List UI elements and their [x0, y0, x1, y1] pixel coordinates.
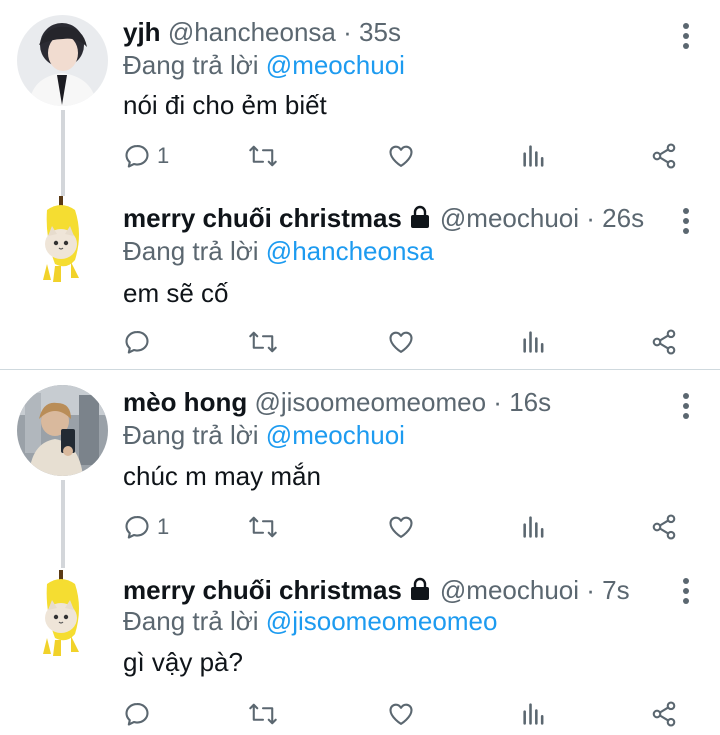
timestamp[interactable]: 16s: [509, 387, 551, 417]
action-bar: 1: [123, 139, 683, 173]
share-button[interactable]: [650, 510, 678, 544]
share-icon: [650, 328, 678, 356]
like-button[interactable]: [387, 510, 415, 544]
share-icon: [650, 700, 678, 728]
reply-button[interactable]: [123, 325, 157, 359]
thread-line: [61, 110, 65, 196]
like-button[interactable]: [387, 325, 415, 359]
heart-icon: [387, 513, 415, 541]
tweet-header: yjh @hancheonsa · 35s: [123, 15, 401, 49]
views-button[interactable]: [521, 139, 547, 173]
heart-icon: [387, 142, 415, 170]
separator: ·: [493, 387, 502, 417]
tweet-text: nói đi cho ẻm biết: [123, 90, 327, 120]
tweet-text: em sẽ cố: [123, 278, 229, 308]
analytics-icon: [521, 142, 547, 170]
tweet-header: mèo hong @jisoomeomeomeo · 16s: [123, 385, 551, 419]
avatar[interactable]: [17, 194, 108, 285]
replying-prefix: Đang trả lời: [123, 420, 259, 450]
like-button[interactable]: [387, 697, 415, 731]
action-bar: [123, 697, 683, 731]
like-button[interactable]: [387, 139, 415, 173]
replying-to: Đang trả lời @meochuoi: [123, 418, 405, 452]
more-icon[interactable]: [682, 208, 690, 238]
mention-link[interactable]: @meochuoi: [266, 420, 405, 450]
mention-link[interactable]: @meochuoi: [266, 50, 405, 80]
retweet-icon: [248, 700, 278, 728]
views-button[interactable]: [521, 325, 547, 359]
reply-button[interactable]: 1: [123, 510, 169, 544]
reply-icon: [123, 142, 151, 170]
avatar[interactable]: [17, 568, 108, 659]
reply-count: 1: [157, 514, 170, 539]
replying-prefix: Đang trả lời: [123, 50, 259, 80]
retweet-button[interactable]: [248, 325, 278, 359]
avatar[interactable]: [17, 15, 108, 106]
replying-to: Đang trả lời @meochuoi: [123, 48, 405, 82]
mention-link[interactable]: @hancheonsa: [266, 236, 434, 266]
analytics-icon: [521, 513, 547, 541]
reply-button[interactable]: [123, 697, 157, 731]
analytics-icon: [521, 328, 547, 356]
heart-icon: [387, 700, 415, 728]
replying-prefix: Đang trả lời: [123, 236, 259, 266]
handle[interactable]: @hancheonsa: [168, 17, 336, 47]
display-name[interactable]: merry chuối christmas: [123, 203, 402, 233]
reply-button[interactable]: 1: [123, 139, 169, 173]
display-name[interactable]: mèo hong: [123, 387, 247, 417]
separator: ·: [343, 17, 352, 47]
retweet-icon: [248, 513, 278, 541]
retweet-button[interactable]: [248, 510, 278, 544]
analytics-icon: [521, 700, 547, 728]
retweet-button[interactable]: [248, 697, 278, 731]
separator: ·: [586, 575, 595, 605]
share-button[interactable]: [650, 139, 678, 173]
handle[interactable]: @meochuoi: [440, 203, 579, 233]
more-icon[interactable]: [682, 393, 690, 423]
replying-to: Đang trả lời @hancheonsa: [123, 234, 434, 268]
share-icon: [650, 142, 678, 170]
thread-line: [61, 480, 65, 568]
action-bar: [123, 325, 683, 359]
timestamp[interactable]: 7s: [602, 575, 629, 605]
lock-icon: [408, 204, 432, 238]
share-button[interactable]: [650, 697, 678, 731]
reply-icon: [123, 700, 151, 728]
share-icon: [650, 513, 678, 541]
replying-prefix: Đang trả lời: [123, 606, 259, 636]
reply-count: 1: [157, 143, 170, 168]
tweet-header: merry chuối christmas @meochuoi · 26s: [123, 201, 644, 238]
views-button[interactable]: [521, 697, 547, 731]
handle[interactable]: @jisoomeomeomeo: [254, 387, 486, 417]
separator: ·: [586, 203, 595, 233]
tweet-text: chúc m may mắn: [123, 461, 321, 491]
conversation-divider: [0, 369, 720, 370]
more-icon[interactable]: [682, 23, 690, 53]
replying-to: Đang trả lời @jisoomeomeomeo: [123, 604, 497, 638]
action-bar: 1: [123, 510, 683, 544]
timestamp[interactable]: 35s: [359, 17, 401, 47]
reply-icon: [123, 513, 151, 541]
reply-icon: [123, 328, 151, 356]
timestamp[interactable]: 26s: [602, 203, 644, 233]
tweet-text: gì vậy pà?: [123, 647, 243, 677]
share-button[interactable]: [650, 325, 678, 359]
display-name[interactable]: yjh: [123, 17, 161, 47]
retweet-button[interactable]: [248, 139, 278, 173]
retweet-icon: [248, 328, 278, 356]
views-button[interactable]: [521, 510, 547, 544]
retweet-icon: [248, 142, 278, 170]
heart-icon: [387, 328, 415, 356]
mention-link[interactable]: @jisoomeomeomeo: [266, 606, 498, 636]
more-icon[interactable]: [682, 578, 690, 608]
handle[interactable]: @meochuoi: [440, 575, 579, 605]
display-name[interactable]: merry chuối christmas: [123, 575, 402, 605]
avatar[interactable]: [17, 385, 108, 476]
